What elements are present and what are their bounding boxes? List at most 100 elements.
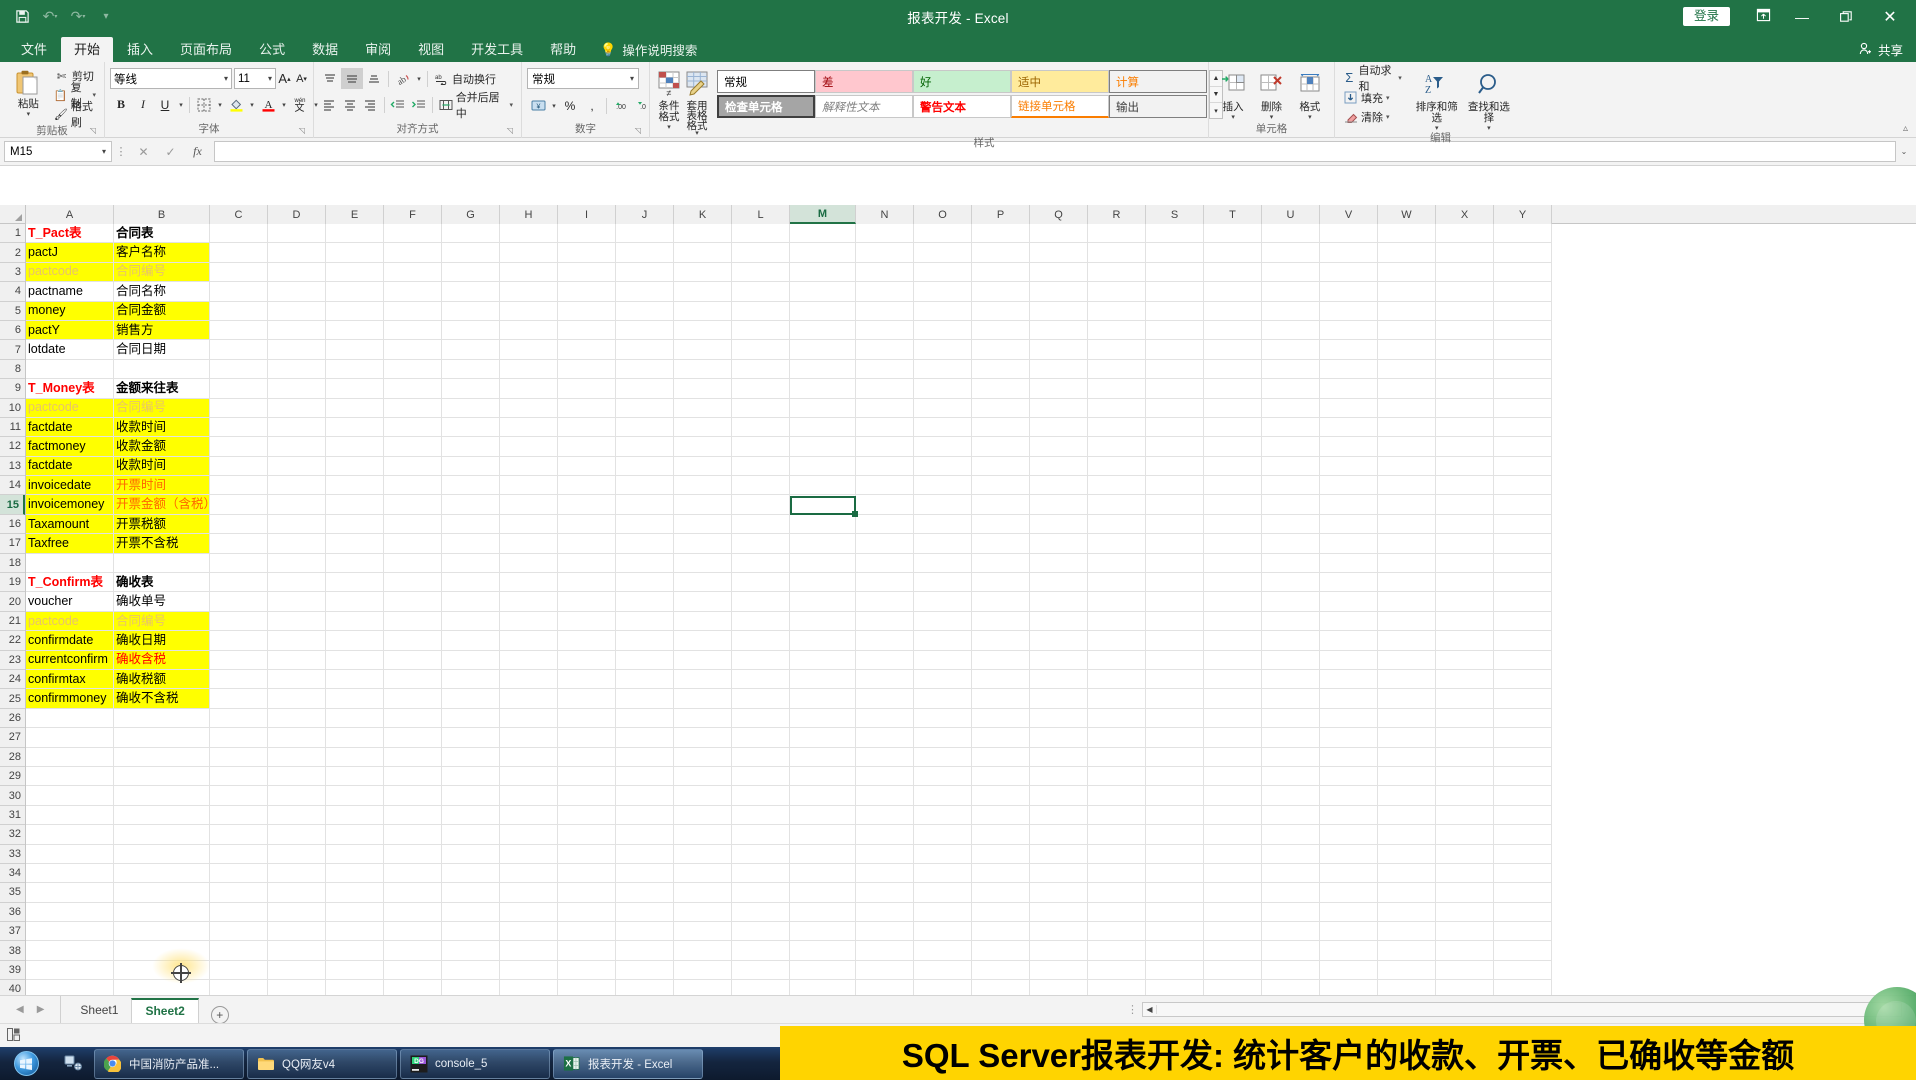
cell-V31[interactable]	[1320, 805, 1378, 826]
cell-V26[interactable]	[1320, 708, 1378, 729]
cell-Y4[interactable]	[1494, 282, 1552, 302]
cell-G25[interactable]	[442, 689, 500, 709]
cell-G38[interactable]	[442, 941, 500, 961]
cell-J3[interactable]	[616, 262, 674, 283]
cell-F34[interactable]	[384, 863, 442, 884]
cell-X9[interactable]	[1436, 379, 1494, 399]
cell-J37[interactable]	[616, 922, 674, 942]
cell-K12[interactable]	[674, 437, 732, 457]
cell-L11[interactable]	[732, 417, 790, 438]
cell-N29[interactable]	[856, 766, 914, 787]
cell-K15[interactable]	[674, 495, 732, 515]
format-cells-button[interactable]: 格式 ▾	[1291, 68, 1329, 121]
cell-J2[interactable]	[616, 243, 674, 263]
column-header-X[interactable]: X	[1436, 205, 1494, 224]
cell-L36[interactable]	[732, 902, 790, 923]
cell-W31[interactable]	[1378, 805, 1436, 826]
cell-J24[interactable]	[616, 669, 674, 690]
cell-K37[interactable]	[674, 922, 732, 942]
cell-V4[interactable]	[1320, 282, 1378, 302]
cell-Q14[interactable]	[1030, 476, 1088, 496]
cell-F21[interactable]	[384, 611, 442, 632]
cell-D3[interactable]	[268, 262, 326, 283]
cell-B29[interactable]	[114, 766, 210, 787]
cell-C25[interactable]	[210, 689, 268, 709]
cell-C30[interactable]	[210, 786, 268, 806]
tab-review[interactable]: 审阅	[352, 37, 404, 62]
cell-H38[interactable]	[500, 941, 558, 961]
cell-Y2[interactable]	[1494, 243, 1552, 263]
cell-F1[interactable]	[384, 224, 442, 244]
row-header-19[interactable]: 19	[0, 573, 25, 593]
cell-P15[interactable]	[972, 495, 1030, 515]
cell-F18[interactable]	[384, 553, 442, 574]
cell-S27[interactable]	[1146, 728, 1204, 748]
cell-F10[interactable]	[384, 398, 442, 418]
cell-K7[interactable]	[674, 340, 732, 360]
cell-Q36[interactable]	[1030, 902, 1088, 923]
cell-X18[interactable]	[1436, 553, 1494, 574]
number-format-combo[interactable]: 常规 ▾	[527, 68, 639, 89]
cell-Q4[interactable]	[1030, 282, 1088, 302]
merge-dropdown-icon[interactable]: ▾	[509, 101, 513, 109]
cell-K27[interactable]	[674, 728, 732, 748]
cell-C40[interactable]	[210, 980, 268, 995]
cell-Y7[interactable]	[1494, 340, 1552, 360]
cell-X36[interactable]	[1436, 902, 1494, 923]
cell-T37[interactable]	[1204, 922, 1262, 942]
cell-Y27[interactable]	[1494, 728, 1552, 748]
cell-X26[interactable]	[1436, 708, 1494, 729]
cell-U40[interactable]	[1262, 980, 1320, 995]
cell-I30[interactable]	[558, 786, 616, 806]
cell-E33[interactable]	[326, 844, 384, 864]
cell-S3[interactable]	[1146, 262, 1204, 283]
cell-G37[interactable]	[442, 922, 500, 942]
cell-I38[interactable]	[558, 941, 616, 961]
cell-R19[interactable]	[1088, 573, 1146, 593]
cell-Q40[interactable]	[1030, 980, 1088, 995]
cell-Y37[interactable]	[1494, 922, 1552, 942]
cell-W13[interactable]	[1378, 456, 1436, 477]
cell-O39[interactable]	[914, 960, 972, 981]
cell-M4[interactable]	[790, 282, 856, 302]
cell-Q5[interactable]	[1030, 301, 1088, 321]
cell-B3[interactable]: 合同编号	[114, 262, 210, 283]
cell-G7[interactable]	[442, 340, 500, 360]
cell-L13[interactable]	[732, 456, 790, 477]
cell-A35[interactable]	[26, 883, 114, 903]
cell-E36[interactable]	[326, 902, 384, 923]
cell-V38[interactable]	[1320, 941, 1378, 961]
cell-U24[interactable]	[1262, 669, 1320, 690]
cell-O28[interactable]	[914, 747, 972, 767]
cell-Q20[interactable]	[1030, 592, 1088, 612]
cell-R10[interactable]	[1088, 398, 1146, 418]
cell-X23[interactable]	[1436, 650, 1494, 670]
save-icon[interactable]	[9, 5, 35, 29]
cell-R33[interactable]	[1088, 844, 1146, 864]
cell-Q38[interactable]	[1030, 941, 1088, 961]
cell-M20[interactable]	[790, 592, 856, 612]
cell-U25[interactable]	[1262, 689, 1320, 709]
cell-O19[interactable]	[914, 573, 972, 593]
tab-home[interactable]: 开始	[61, 37, 114, 62]
format-painter-button[interactable]: 🖌 格式刷	[51, 101, 99, 129]
cell-I8[interactable]	[558, 359, 616, 380]
cell-V6[interactable]	[1320, 320, 1378, 341]
cell-T34[interactable]	[1204, 863, 1262, 884]
italic-button[interactable]: I	[132, 94, 154, 115]
column-header-D[interactable]: D	[268, 205, 326, 224]
cell-O30[interactable]	[914, 786, 972, 806]
cell-T29[interactable]	[1204, 766, 1262, 787]
align-top-button[interactable]	[319, 68, 341, 89]
select-all-corner[interactable]	[0, 205, 26, 223]
cell-H14[interactable]	[500, 476, 558, 496]
cell-L24[interactable]	[732, 669, 790, 690]
cell-W17[interactable]	[1378, 534, 1436, 554]
cell-C16[interactable]	[210, 514, 268, 535]
cell-P4[interactable]	[972, 282, 1030, 302]
cell-Y40[interactable]	[1494, 980, 1552, 995]
cell-V15[interactable]	[1320, 495, 1378, 515]
cell-F37[interactable]	[384, 922, 442, 942]
cell-M5[interactable]	[790, 301, 856, 321]
insert-cells-button[interactable]: 插入 ▾	[1214, 68, 1252, 121]
